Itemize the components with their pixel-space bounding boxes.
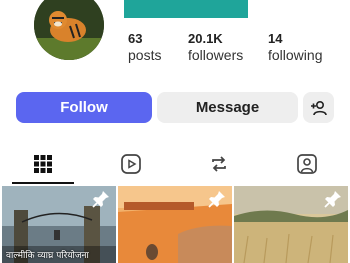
followers-label: followers — [188, 47, 244, 63]
reels-icon — [121, 154, 141, 174]
pin-icon — [324, 191, 341, 208]
repost-icon — [212, 156, 226, 172]
post-caption: वाल्मीकि व्याघ्र परियोजना — [6, 251, 89, 261]
tab-grid[interactable] — [23, 146, 63, 182]
following-stat[interactable]: 14 following — [268, 31, 322, 63]
post-tile[interactable] — [234, 186, 348, 263]
profile-avatar[interactable] — [34, 0, 104, 60]
active-tab-indicator — [12, 182, 74, 184]
post-tile[interactable]: वाल्मीकि व्याघ्र परियोजना — [2, 186, 116, 263]
following-count: 14 — [268, 31, 283, 46]
tab-tagged[interactable] — [287, 146, 327, 182]
pin-icon — [208, 191, 225, 208]
pin-icon — [92, 191, 109, 208]
tiger-avatar-icon — [34, 0, 104, 60]
following-label: following — [268, 47, 323, 63]
posts-label: posts — [128, 47, 162, 63]
posts-stat[interactable]: 63 posts — [128, 31, 161, 63]
grid-icon — [34, 155, 52, 173]
add-user-button[interactable] — [303, 92, 334, 123]
tab-reposts[interactable] — [199, 146, 239, 182]
tab-reels[interactable] — [111, 146, 151, 182]
add-person-icon — [310, 100, 327, 115]
posts-count: 63 — [128, 31, 143, 46]
follow-button[interactable]: Follow — [16, 92, 152, 123]
post-tile[interactable] — [118, 186, 232, 263]
followers-count: 20.1K — [188, 31, 223, 46]
tagged-icon — [297, 154, 317, 174]
profile-tabs — [0, 146, 350, 186]
message-button[interactable]: Message — [157, 92, 298, 123]
username-banner — [124, 0, 248, 18]
followers-stat[interactable]: 20.1K followers — [188, 31, 243, 63]
